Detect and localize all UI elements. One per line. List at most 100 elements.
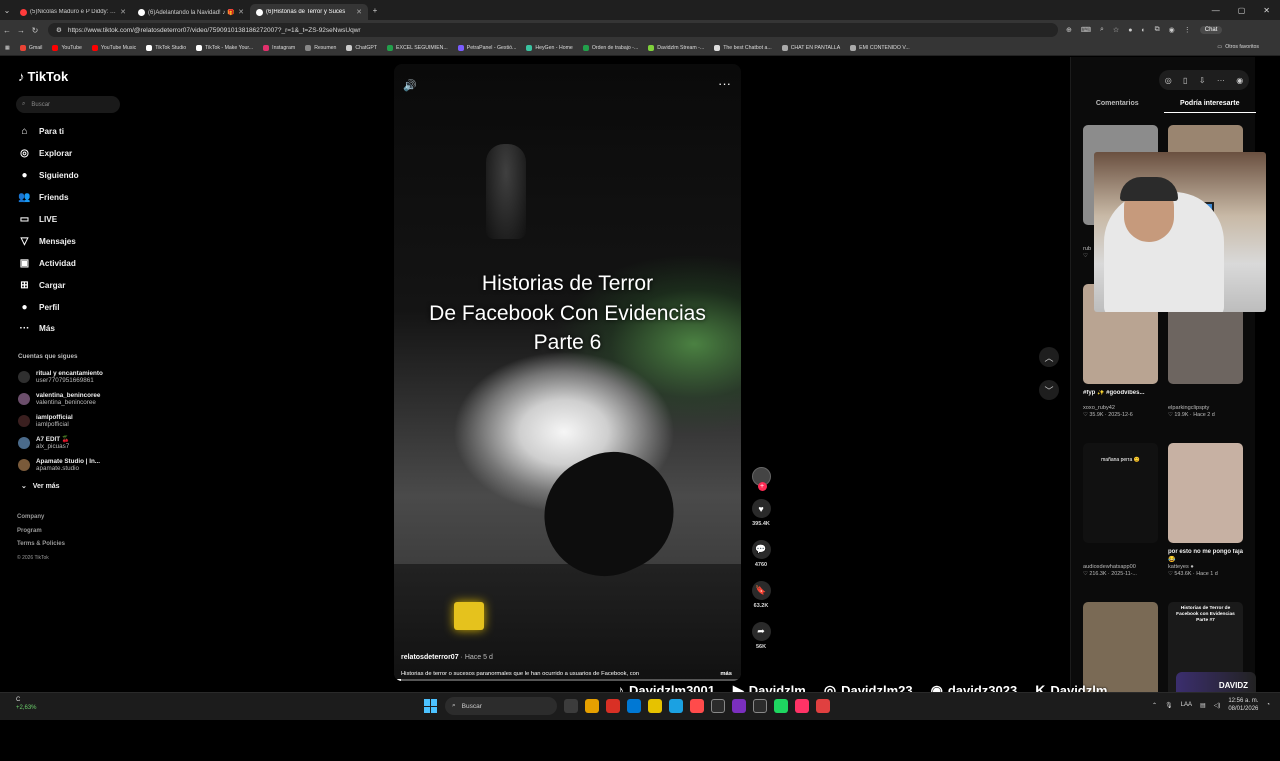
zoom-icon[interactable]: ⌕ <box>1100 26 1104 34</box>
tiktok-logo[interactable]: ♪ TikTok <box>18 69 68 84</box>
previous-video-button[interactable]: ︿ <box>1039 347 1059 367</box>
taskbar-app-icon[interactable] <box>585 699 599 713</box>
volume-icon[interactable]: ◁) <box>1214 702 1221 709</box>
menu-icon[interactable]: ⋮ <box>1184 26 1191 34</box>
creator-avatar[interactable]: + <box>751 467 771 491</box>
browser-tab[interactable]: (6)Historias de Terror y Suces ✕ <box>250 4 368 20</box>
taskbar-app-icon[interactable] <box>732 699 746 713</box>
mic-icon[interactable]: 🎙 <box>1165 702 1173 709</box>
video-thumbnail[interactable]: mañana perra 😊 <box>1083 443 1158 543</box>
footer-company[interactable]: Company <box>17 511 65 525</box>
bookmark-item[interactable]: YouTube <box>47 44 86 51</box>
extension-icon[interactable]: ◐ <box>1141 27 1145 34</box>
forward-icon[interactable]: → <box>14 26 28 35</box>
tab-comments[interactable]: Comentarios <box>1071 100 1164 113</box>
bookmark-item[interactable]: EMI CONTENIDO V... <box>845 44 915 51</box>
video-username[interactable]: elparkingclipspty <box>1168 405 1243 411</box>
bookmark-item[interactable]: PetraPanel - Gestió... <box>453 44 522 51</box>
bookmark-item[interactable]: Orden de trabajo -... <box>578 44 643 51</box>
bookmark-star-icon[interactable]: ☆ <box>1113 26 1119 34</box>
browser-tab[interactable]: (5)Nicolás Maduro e P Diddy: Um ✕ <box>14 4 132 20</box>
bookmark-item[interactable]: HeyGen - Home <box>521 44 577 51</box>
translate-icon[interactable]: ⌨ <box>1081 26 1091 34</box>
windows-start-icon[interactable] <box>424 699 438 713</box>
clock[interactable]: 12:56 a. m. 08/01/2026 <box>1228 697 1258 713</box>
address-bar[interactable]: ⚙ https://www.tiktok.com/@relatosdeterro… <box>48 23 1058 37</box>
video-more-icon[interactable]: ··· <box>718 76 731 91</box>
browser-tab[interactable]: (6)Adelantando la Navidad! ♪ 🎁 ✕ <box>132 4 250 20</box>
see-more-button[interactable]: ⌄ Ver más <box>21 482 60 490</box>
extensions-puzzle-icon[interactable]: ⧉ <box>1155 26 1160 34</box>
profile-avatar-icon[interactable]: ◉ <box>1236 76 1243 85</box>
like-button[interactable]: ♥ 395.4K <box>751 499 771 527</box>
taskbar-app-icon[interactable] <box>627 699 641 713</box>
taskbar-app-icon[interactable] <box>711 699 725 713</box>
taskbar-app-icon[interactable] <box>669 699 683 713</box>
apps-icon[interactable]: ▦ <box>0 45 15 51</box>
other-bookmarks[interactable]: ▭ Otros favoritos <box>1212 44 1264 50</box>
video-player[interactable]: Historias de Terror De Facebook Con Evid… <box>394 64 741 681</box>
bookmark-item[interactable]: The best Chatbot a... <box>709 44 776 51</box>
taskbar-app-icon[interactable] <box>606 699 620 713</box>
bookmark-item[interactable]: YouTube Music <box>87 44 141 51</box>
language-indicator[interactable]: LAA <box>1181 702 1192 708</box>
nav-item-siguiendo[interactable]: ● Siguiendo <box>18 165 78 187</box>
following-account[interactable]: valentina_benincoree valentina_benincoree <box>18 388 103 410</box>
tab-suggested[interactable]: Podría interesarte <box>1163 100 1256 113</box>
nav-item-actividad[interactable]: ▣ Actividad <box>18 252 79 274</box>
taskbar-app-icon[interactable] <box>816 699 830 713</box>
following-account[interactable]: ritual y encantamiento user7707951669861 <box>18 366 103 388</box>
tray-chevron-icon[interactable]: ⌃ <box>1152 702 1157 709</box>
video-author[interactable]: relatosdeterror07 · Hace 5 d <box>401 654 493 661</box>
nav-item-friends[interactable]: 👥 Friends <box>18 187 79 209</box>
tab-close-icon[interactable]: ✕ <box>356 8 362 16</box>
footer-terms[interactable]: Terms & Policies <box>17 538 65 552</box>
next-video-button[interactable]: ﹀ <box>1039 380 1059 400</box>
taskbar-app-icon[interactable] <box>795 699 809 713</box>
bookmark-item[interactable]: TikTok Studio <box>141 44 191 51</box>
close-window-icon[interactable]: ✕ <box>1263 6 1270 15</box>
device-icon[interactable]: ▯ <box>1183 76 1187 85</box>
bookmark-item[interactable]: ChatGPT <box>341 44 382 51</box>
tab-close-icon[interactable]: ✕ <box>238 8 244 16</box>
suggested-video-card[interactable]: por esto no me pongo faja 😂 katteyes ● ♡ 5… <box>1168 443 1243 602</box>
maximize-icon[interactable]: ▢ <box>1238 6 1246 15</box>
nav-item-perfil[interactable]: ● Perfil <box>18 296 79 318</box>
back-icon[interactable]: ← <box>0 26 14 35</box>
profile-avatar-icon[interactable]: ◉ <box>1169 26 1175 34</box>
taskbar-app-icon[interactable] <box>690 699 704 713</box>
wifi-icon[interactable]: ▤ <box>1200 702 1206 709</box>
nav-item-live[interactable]: ▭ LIVE <box>18 209 79 231</box>
description-more-link[interactable]: más <box>720 671 732 677</box>
video-username[interactable]: katteyes ● <box>1168 564 1243 570</box>
bookmark-item[interactable]: Gmail <box>15 44 48 51</box>
follow-plus-icon[interactable]: + <box>757 482 767 491</box>
search-input[interactable]: ⌕ Buscar <box>16 96 120 113</box>
tab-search-icon[interactable]: ⌄ <box>0 6 14 15</box>
volume-icon[interactable]: 🔊 <box>403 79 417 92</box>
download-icon[interactable]: ⇩ <box>1199 76 1206 85</box>
bookmark-item[interactable]: EXCEL SEGUIMIEN... <box>382 44 453 51</box>
compass-icon[interactable]: ◎ <box>1165 76 1172 85</box>
share-button[interactable]: ➦ 56K <box>751 622 771 650</box>
install-icon[interactable]: ⊕ <box>1066 26 1072 34</box>
following-account[interactable]: A7 EDIT 🍒 alx_picuas7 <box>18 432 103 454</box>
notifications-icon[interactable]: ◔ <box>1266 702 1270 708</box>
site-info-icon[interactable]: ⚙ <box>56 26 62 34</box>
following-account[interactable]: iamlpofficial iamlpofficial <box>18 410 103 432</box>
video-username[interactable]: xoxo_ruby42 <box>1083 405 1158 411</box>
reload-icon[interactable]: ↻ <box>28 26 42 35</box>
video-thumbnail[interactable] <box>1168 443 1243 543</box>
bookmark-item[interactable]: Resumen <box>300 44 341 51</box>
suggested-video-card[interactable]: mañana perra 😊 audiosdewhatsapp00 ♡ 216.3K… <box>1083 443 1158 602</box>
minimize-icon[interactable]: — <box>1212 6 1220 15</box>
comment-button[interactable]: 💬 4760 <box>751 540 771 568</box>
taskbar-app-icon[interactable] <box>774 699 788 713</box>
bookmark-item[interactable]: Davidzlm Stream -... <box>643 44 709 51</box>
bookmark-item[interactable]: CHAT EN PANTALLA <box>777 44 845 51</box>
taskbar-app-icon[interactable] <box>564 699 578 713</box>
nav-item-mensajes[interactable]: ▽ Mensajes <box>18 230 79 252</box>
bookmark-item[interactable]: Instagram <box>258 44 300 51</box>
more-icon[interactable]: ··· <box>1217 76 1225 85</box>
bookmark-item[interactable]: TikTok - Make Your... <box>191 44 258 51</box>
